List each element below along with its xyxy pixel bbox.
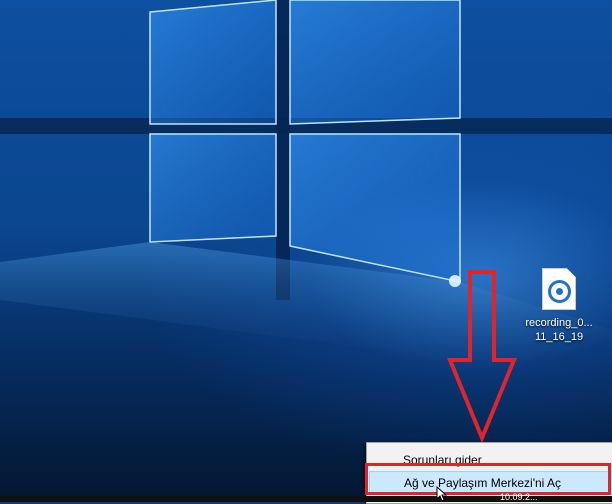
- mouse-cursor-icon: [436, 486, 448, 502]
- desktop-icon-recording[interactable]: recording_0... 11_16_19: [514, 268, 604, 344]
- audio-file-icon: [542, 268, 576, 310]
- windows-logo-wallpaper: [0, 0, 612, 380]
- red-highlight-annotation: [365, 463, 611, 495]
- desktop-icon-label: recording_0... 11_16_19: [525, 317, 593, 343]
- taskbar-clock[interactable]: 10.09.2...: [500, 492, 538, 502]
- red-down-arrow-annotation: [447, 270, 517, 444]
- taskbar: 10.09.2...: [0, 492, 612, 502]
- desktop: recording_0... 11_16_19 Sorunları gider …: [0, 0, 612, 504]
